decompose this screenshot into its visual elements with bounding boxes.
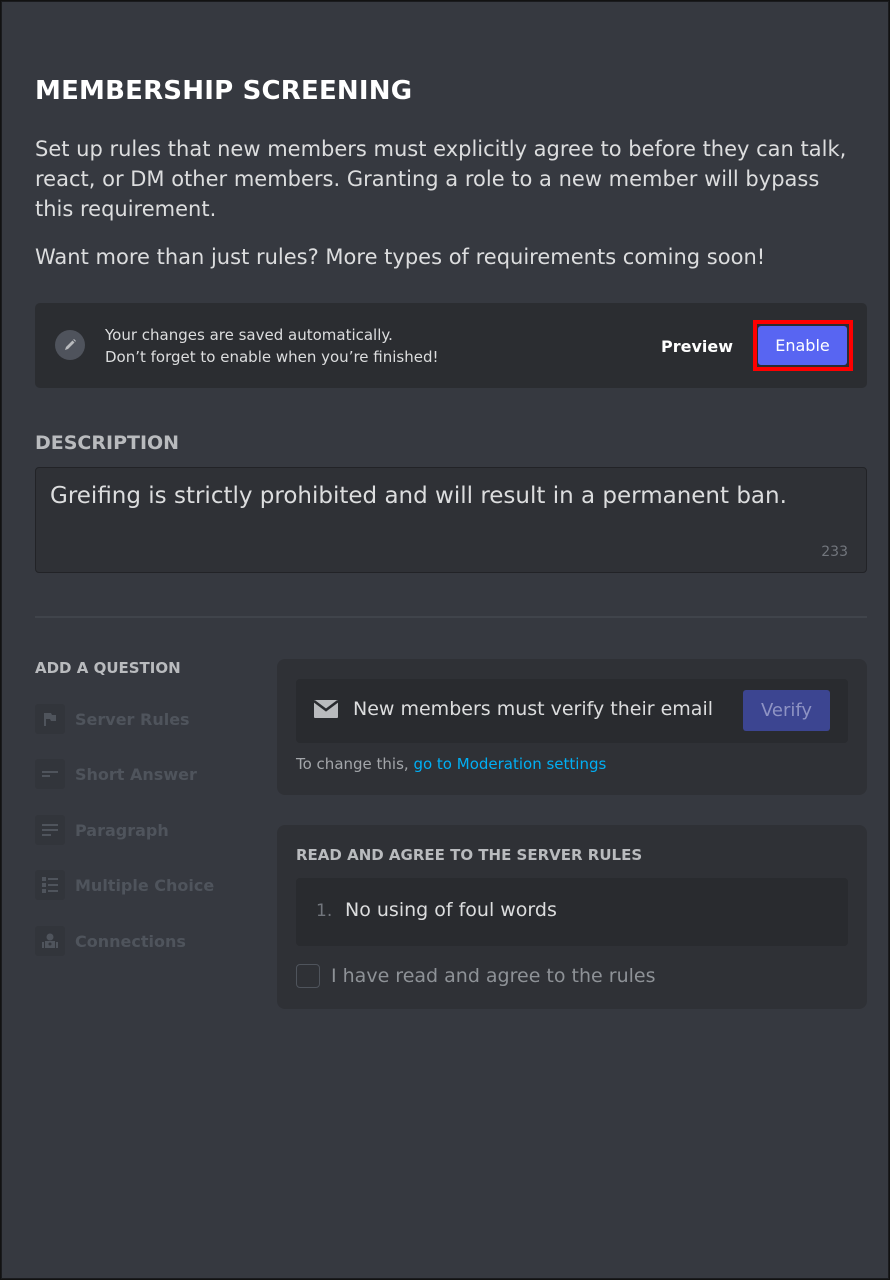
description-field[interactable]: Greifing is strictly prohibited and will… [35, 467, 867, 573]
membership-screening-page: MEMBERSHIP SCREENING Set up rules that n… [1, 1, 889, 1279]
robot-icon [35, 926, 65, 956]
change-settings-text: To change this, go to Moderation setting… [296, 755, 606, 773]
question-type-label: Short Answer [75, 764, 197, 784]
question-type-label: Multiple Choice [75, 875, 215, 895]
question-type-connections[interactable]: Connections [35, 924, 255, 958]
envelope-icon [313, 700, 339, 722]
enable-button[interactable]: Enable [758, 326, 847, 365]
question-type-multiple-choice[interactable]: Multiple Choice [35, 868, 255, 902]
email-verification-row: New members must verify their email Veri… [296, 679, 848, 743]
server-rules-label: READ AND AGREE TO THE SERVER RULES [296, 846, 643, 864]
server-rules-card: READ AND AGREE TO THE SERVER RULES 1. No… [277, 825, 867, 1009]
page-title: MEMBERSHIP SCREENING [35, 76, 413, 106]
question-type-label: Server Rules [75, 709, 190, 729]
paragraph-icon [35, 815, 65, 845]
autosave-message: Your changes are saved automatically. Do… [105, 324, 439, 368]
autosave-line1: Your changes are saved automatically. [105, 326, 393, 344]
short-answer-icon [35, 759, 65, 789]
moderation-settings-link[interactable]: go to Moderation settings [413, 755, 606, 773]
flag-icon [35, 704, 65, 734]
rule-text: No using of foul words [345, 899, 557, 921]
question-type-label: Paragraph [75, 820, 169, 840]
email-requirement-text: New members must verify their email [353, 698, 713, 720]
list-icon [35, 870, 65, 900]
pencil-icon [55, 330, 85, 360]
agree-checkbox[interactable] [296, 964, 320, 988]
question-type-server-rules[interactable]: Server Rules [35, 702, 255, 736]
verify-button[interactable]: Verify [743, 690, 830, 731]
question-type-short-answer[interactable]: Short Answer [35, 757, 255, 791]
intro-text: Set up rules that new members must expli… [35, 137, 847, 221]
rules-list[interactable]: 1. No using of foul words [296, 878, 848, 946]
add-question-label: ADD A QUESTION [35, 659, 181, 677]
autosave-notice: Your changes are saved automatically. Do… [35, 303, 867, 388]
question-type-label: Connections [75, 931, 186, 951]
agree-label: I have read and agree to the rules [331, 965, 656, 987]
autosave-line2: Don’t forget to enable when you’re finis… [105, 348, 439, 366]
description-label: DESCRIPTION [35, 432, 180, 454]
description-value: Greifing is strictly prohibited and will… [50, 483, 787, 509]
intro-more-text: Want more than just rules? More types of… [35, 245, 766, 269]
rule-number: 1. [316, 901, 333, 921]
section-divider [35, 616, 867, 618]
preview-button[interactable]: Preview [655, 331, 739, 361]
agree-rules-row[interactable]: I have read and agree to the rules [296, 964, 655, 988]
question-type-paragraph[interactable]: Paragraph [35, 813, 255, 847]
email-verification-card: New members must verify their email Veri… [277, 659, 867, 795]
change-prefix: To change this, [296, 755, 409, 773]
char-count: 233 [821, 544, 848, 560]
